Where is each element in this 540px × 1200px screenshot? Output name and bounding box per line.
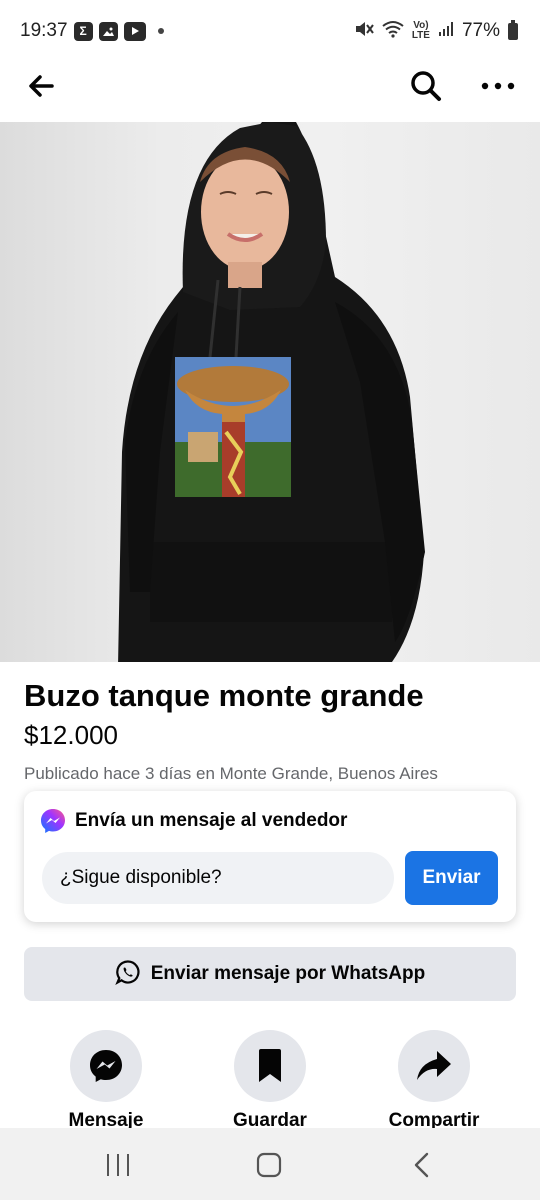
action-message[interactable]: Mensaje <box>26 1030 186 1131</box>
send-button[interactable]: Enviar <box>405 851 498 905</box>
action-share[interactable]: Compartir <box>354 1030 514 1131</box>
battery-text: 77% <box>461 20 500 41</box>
share-icon <box>417 1051 451 1080</box>
recents-icon[interactable] <box>105 1152 131 1183</box>
action-message-circle[interactable] <box>70 1030 142 1102</box>
hoodie-illustration <box>118 122 425 662</box>
status-bar: 19:37 Σ Vo) LTE 77% <box>0 0 540 62</box>
wifi-icon <box>382 20 404 43</box>
published-info: Publicado hace 3 días en Monte Grande, B… <box>24 764 438 783</box>
action-share-circle[interactable] <box>398 1030 470 1102</box>
youtube-icon <box>123 21 146 41</box>
message-seller-card: Envía un mensaje al vendedor ¿Sigue disp… <box>24 791 516 922</box>
messenger-icon <box>90 1050 122 1082</box>
dot-icon <box>157 28 164 34</box>
back-icon[interactable] <box>410 1152 436 1183</box>
whatsapp-button-label: Enviar mensaje por WhatsApp <box>150 963 426 984</box>
sigma-icon: Σ <box>73 21 93 41</box>
battery-icon <box>508 19 518 40</box>
signal-icon <box>438 21 454 42</box>
product-title: Buzo tanque monte grande <box>24 678 424 713</box>
action-save[interactable]: Guardar <box>190 1030 350 1131</box>
gallery-icon <box>98 21 118 41</box>
search-icon[interactable] <box>406 66 446 106</box>
messenger-icon <box>40 808 66 834</box>
home-icon[interactable] <box>256 1152 282 1183</box>
whatsapp-button[interactable]: Enviar mensaje por WhatsApp <box>24 947 516 1001</box>
message-input[interactable]: ¿Sigue disponible? <box>42 852 394 904</box>
volte-icon: Vo) LTE <box>411 20 430 41</box>
status-right: Vo) LTE 77% <box>354 19 518 43</box>
message-card-title: Envía un mensaje al vendedor <box>75 810 348 831</box>
action-save-circle[interactable] <box>234 1030 306 1102</box>
status-time: 19:37 <box>20 20 68 41</box>
mute-icon <box>354 20 374 43</box>
whatsapp-icon <box>115 959 141 990</box>
bookmark-icon <box>259 1049 281 1082</box>
more-icon[interactable] <box>478 66 518 106</box>
system-nav-bar <box>0 1128 540 1200</box>
product-price: $12.000 <box>24 720 118 750</box>
back-arrow-icon[interactable] <box>26 70 58 102</box>
top-nav <box>0 62 540 122</box>
product-image[interactable] <box>0 122 540 662</box>
status-left: 19:37 Σ <box>20 20 164 42</box>
